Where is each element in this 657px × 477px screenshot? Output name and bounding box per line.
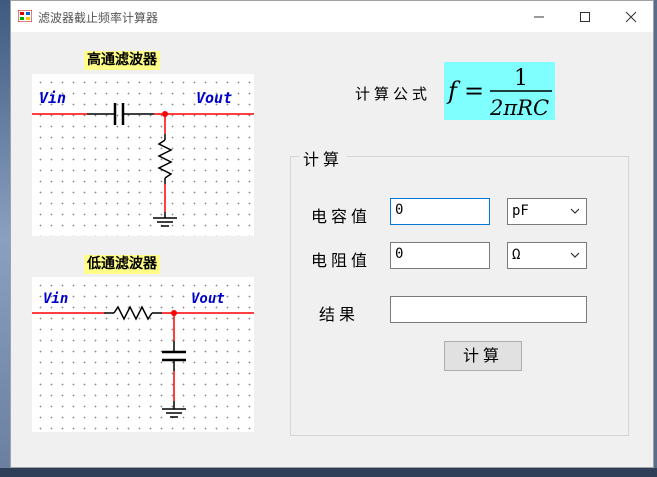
calc-group-title: 计算	[299, 146, 348, 170]
formula-f: f	[446, 77, 461, 105]
chevron-down-icon	[570, 252, 580, 258]
resistance-unit-select[interactable]: Ω	[507, 242, 587, 269]
minimize-button[interactable]	[516, 1, 562, 32]
capacitance-label: 电容值	[311, 207, 372, 226]
result-input[interactable]	[390, 296, 587, 323]
formula-equals: =	[464, 77, 484, 105]
resistance-unit-value: Ω	[512, 247, 521, 263]
lowpass-vout-label: Vout	[191, 291, 225, 307]
maximize-button[interactable]	[562, 1, 608, 32]
app-icon	[18, 10, 32, 22]
highpass-title: 高通滤波器	[84, 51, 160, 70]
result-label: 结果	[319, 305, 360, 324]
formula-image: f = 1 2πRC	[444, 62, 555, 120]
close-icon	[625, 11, 637, 23]
highpass-vout-label: Vout	[196, 89, 232, 107]
formula-label: 计算公式	[355, 85, 432, 103]
lowpass-title: 低通滤波器	[84, 255, 160, 274]
calculate-button[interactable]: 计算	[444, 341, 522, 371]
desktop-background	[0, 0, 10, 477]
title-bar[interactable]: 滤波器截止频率计算器	[11, 1, 653, 32]
capacitance-input[interactable]: 0	[390, 198, 490, 225]
capacitance-unit-select[interactable]: pF	[507, 198, 587, 225]
resistance-label: 电阻值	[311, 251, 372, 270]
formula-denominator: 2πRC	[489, 96, 549, 120]
highpass-vin-label: Vin	[39, 89, 66, 107]
chevron-down-icon	[570, 208, 580, 214]
formula-numerator: 1	[514, 66, 528, 91]
window-title: 滤波器截止频率计算器	[38, 11, 159, 25]
close-button[interactable]	[608, 1, 654, 32]
lowpass-vin-label: Vin	[43, 291, 68, 307]
resistance-input[interactable]: 0	[390, 242, 490, 269]
capacitance-unit-value: pF	[512, 203, 529, 219]
minimize-icon	[534, 16, 544, 18]
taskbar-edge	[0, 468, 657, 477]
maximize-icon	[580, 12, 590, 22]
lowpass-diagram: Vin Vout	[32, 277, 254, 432]
app-window: 滤波器截止频率计算器 高通滤波器 Vin Vout 低通滤波器 Vin Vout…	[10, 0, 654, 468]
highpass-diagram: Vin Vout	[32, 74, 254, 236]
